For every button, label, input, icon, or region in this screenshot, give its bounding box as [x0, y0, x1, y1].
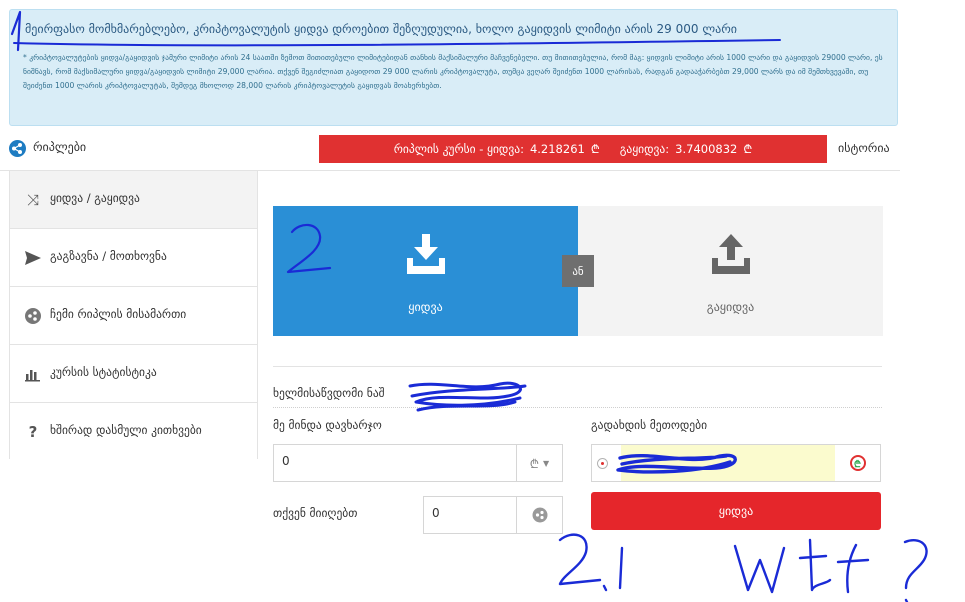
coin-name[interactable]: რიპლები	[33, 140, 86, 154]
buy-rate-value: 4.218261	[529, 142, 585, 156]
payment-method-label: გადახდის მეთოდები	[591, 418, 708, 432]
sidebar-item-faq[interactable]: ? ხშირად დასმული კითხვები	[10, 403, 257, 461]
payment-radio[interactable]	[597, 458, 608, 469]
spend-input[interactable]: 0 ₾ ▼	[273, 444, 563, 482]
ripple-icon	[516, 497, 562, 533]
buy-tile[interactable]: ყიდვა	[273, 206, 578, 336]
shuffle-icon: ⤨	[26, 191, 39, 209]
receive-value: 0	[432, 506, 440, 520]
buy-tile-label: ყიდვა	[408, 300, 443, 314]
sell-rate-prefix: გაყიდვა:	[619, 142, 670, 156]
notice-title: მეირფასო მომხმარებლებო, კრიპტოვალუტის ყი…	[25, 22, 737, 36]
spend-label: მე მინდა დავხარჯო	[273, 418, 382, 432]
download-icon	[405, 234, 447, 278]
sidebar-item-send-request[interactable]: გაგზავნა / მოთხოვნა	[10, 229, 257, 287]
receive-label: თქვენ მიიღებთ	[273, 506, 358, 520]
sidebar-item-statistics[interactable]: კურსის სტატისტიკა	[10, 345, 257, 403]
sidebar-item-label: გაგზავნა / მოთხოვნა	[50, 249, 167, 263]
send-icon	[24, 249, 42, 267]
rate-bar: რიპლის კურსი - ყიდვა: 4.218261 ₾ გაყიდვა…	[319, 135, 827, 163]
lari-icon: ₾	[590, 141, 600, 156]
bar-chart-icon	[24, 365, 42, 383]
buy-submit-button[interactable]: ყიდვა	[591, 492, 881, 530]
limit-notice: მეირფასო მომხმარებლებო, კრიპტოვალუტის ყი…	[9, 9, 898, 126]
sell-tile[interactable]: გაყიდვა	[578, 206, 883, 336]
lari-icon: ₾	[743, 141, 753, 156]
sell-rate-value: 3.7400832	[675, 142, 738, 156]
available-balance-label: ხელმისაწვდომი ნაშ	[273, 386, 385, 400]
sidebar: ⤨ ყიდვა / გაყიდვა გაგზავნა / მოთხოვნა ჩე…	[9, 171, 258, 461]
currency-select[interactable]: ₾ ▼	[516, 445, 562, 481]
sidebar-item-address[interactable]: ჩემი რიპლის მისამართი	[10, 287, 257, 345]
sidebar-item-label: ხშირად დასმული კითხვები	[50, 423, 202, 437]
lari-badge: ₾	[849, 455, 866, 471]
sidebar-item-label: კურსის სტატისტიკა	[50, 365, 157, 379]
history-link[interactable]: ისტორია	[838, 141, 890, 155]
annotation-wtf	[558, 533, 928, 602]
question-icon: ?	[28, 423, 38, 441]
coin-header: რიპლები რიპლის კურსი - ყიდვა: 4.218261 ₾…	[0, 131, 900, 171]
spend-value: 0	[282, 454, 290, 468]
caret-down-icon: ▼	[543, 458, 550, 468]
upload-icon	[710, 234, 752, 278]
payment-method-field[interactable]: ₾	[591, 444, 881, 482]
or-badge: ან	[562, 255, 594, 287]
sidebar-item-label: ჩემი რიპლის მისამართი	[50, 307, 187, 321]
ripple-icon	[9, 140, 26, 157]
sidebar-item-label: ყიდვა / გაყიდვა	[50, 191, 140, 205]
sell-tile-label: გაყიდვა	[706, 300, 755, 314]
receive-input[interactable]: 0	[423, 496, 563, 534]
buy-rate-prefix: რიპლის კურსი - ყიდვა:	[393, 142, 524, 156]
payment-method-input[interactable]	[621, 445, 835, 481]
divider	[273, 366, 882, 367]
divider	[273, 407, 882, 408]
lari-icon: ₾	[529, 456, 540, 471]
redaction-scribble	[408, 381, 527, 412]
sidebar-item-buy-sell[interactable]: ⤨ ყიდვა / გაყიდვა	[10, 171, 257, 229]
ripple-icon	[24, 307, 42, 325]
notice-body: * კრიპტოვალუტების ყიდვა/გაყიდვის ჯამური …	[23, 53, 883, 90]
lari-wallet-icon: ₾	[835, 445, 880, 481]
